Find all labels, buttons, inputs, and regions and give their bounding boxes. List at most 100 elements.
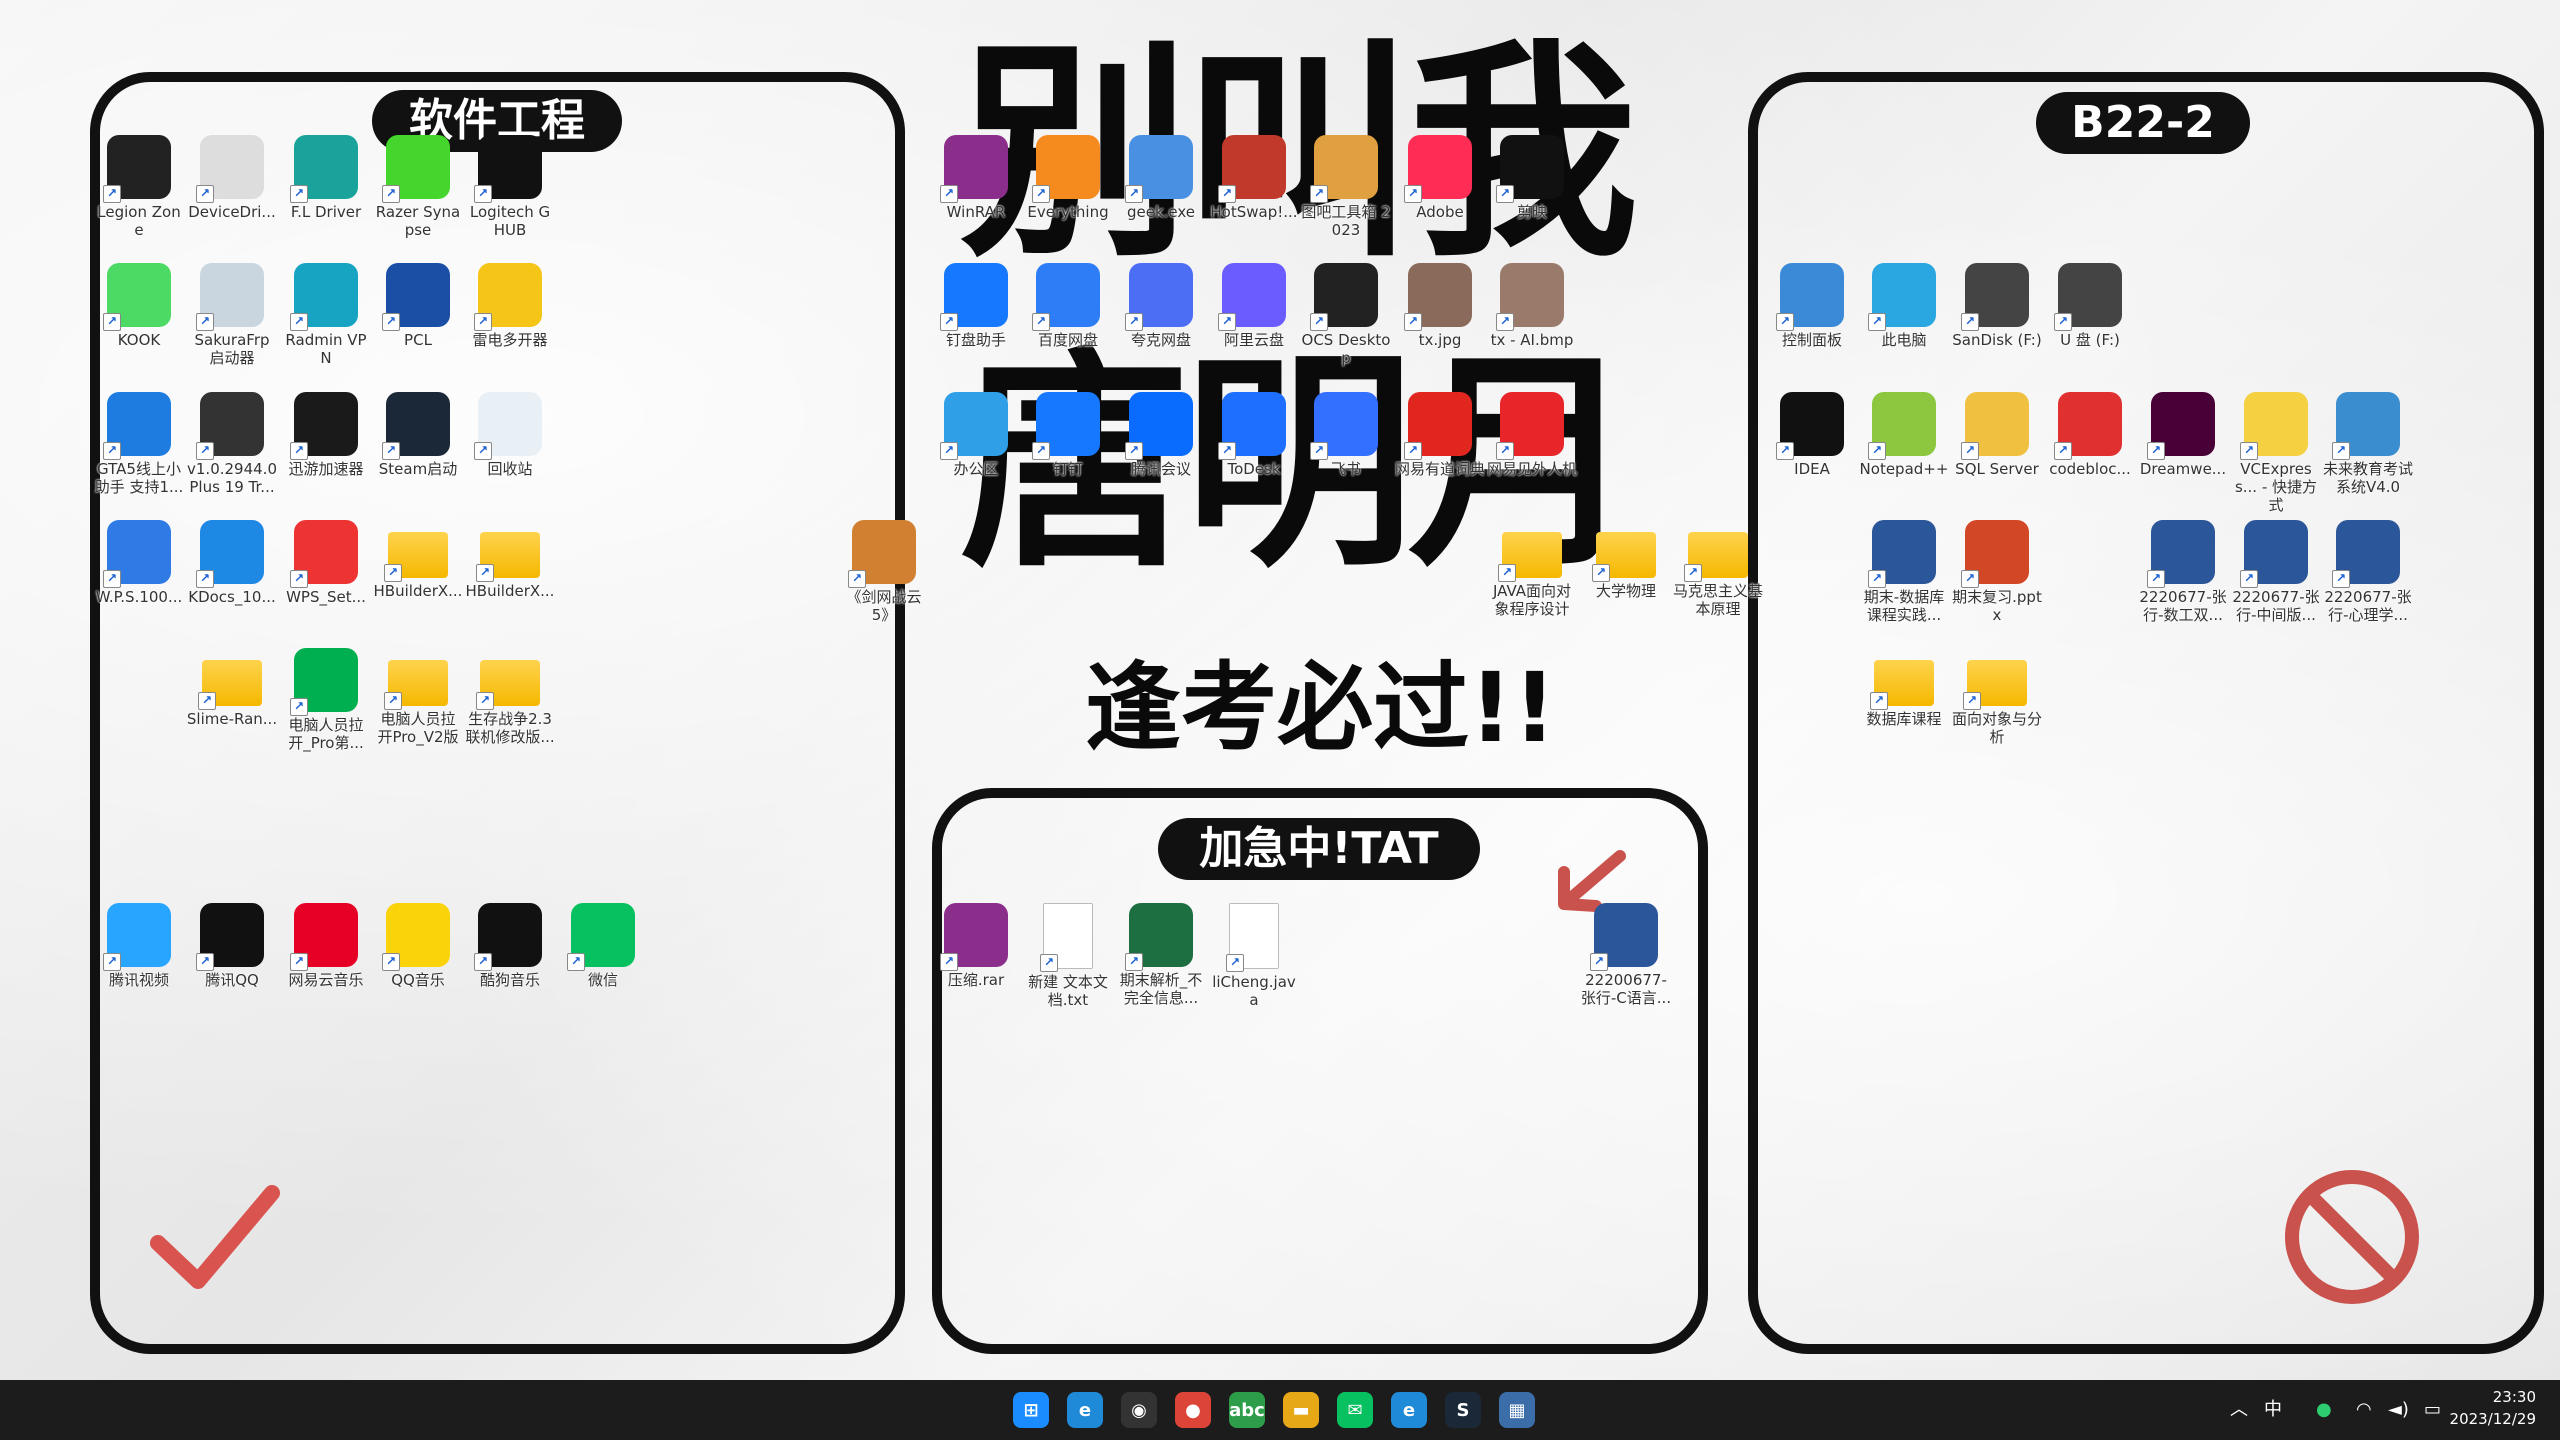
desktop-icon[interactable]: ↗ HBuilderX... xyxy=(464,520,556,650)
desktop-icon-label: tx - AI.bmp xyxy=(1490,331,1574,349)
desktop-icon[interactable]: ↗ Legion Zone xyxy=(93,135,185,265)
desktop-icon[interactable]: ↗ 剪映 xyxy=(1486,135,1578,265)
desktop-icon[interactable]: ↗ 腾讯视频 xyxy=(93,903,185,1033)
obs-icon[interactable]: ◉ xyxy=(1121,1392,1157,1428)
desktop-icon[interactable]: ↗ 腾讯QQ xyxy=(186,903,278,1033)
desktop-icon[interactable]: ↗ tx - AI.bmp xyxy=(1486,263,1578,393)
desktop-icon[interactable]: ↗ 网易云音乐 xyxy=(280,903,372,1033)
desktop-icon[interactable]: ↗ 电脑人员拉 开Pro_V2版 xyxy=(372,648,464,778)
app-icon: ↗ xyxy=(476,532,540,582)
desktop-icon[interactable]: ↗ Slime-Ran... xyxy=(186,648,278,778)
desktop-icon[interactable]: ↗ tx.jpg xyxy=(1394,263,1486,393)
desktop-icon[interactable]: ↗ 钉钉 xyxy=(1022,392,1114,522)
desktop-icon[interactable]: ↗ 新建 文本文档.txt xyxy=(1022,903,1114,1033)
desktop-icon[interactable]: ↗ 电脑人员拉 开_Pro第... xyxy=(280,648,372,778)
desktop-icon[interactable]: ↗ 期末复习.pptx xyxy=(1951,520,2043,650)
windows-start-icon[interactable]: ⊞ xyxy=(1013,1392,1049,1428)
desktop-icon[interactable]: ↗ ToDesk xyxy=(1208,392,1300,522)
file-explorer-icon[interactable]: ▬ xyxy=(1283,1392,1319,1428)
desktop-icon[interactable]: ↗ QQ音乐 xyxy=(372,903,464,1033)
desktop-icon[interactable]: ↗ WPS_Set... xyxy=(280,520,372,650)
desktop-icon[interactable]: ↗ 2220677-张行-数工双... xyxy=(2137,520,2229,650)
desktop-icon[interactable]: ↗ Razer Synapse xyxy=(372,135,464,265)
desktop-icon[interactable]: ↗ Adobe xyxy=(1394,135,1486,265)
wifi-icon[interactable]: ◠ xyxy=(2356,1380,2372,1440)
tray-app-icon[interactable]: ● xyxy=(2316,1380,2332,1440)
desktop-icon[interactable]: ↗ 期末-数据库课程实践... xyxy=(1858,520,1950,650)
desktop-icon[interactable]: ↗ 网易有道词典 xyxy=(1394,392,1486,522)
desktop-icon[interactable]: ↗ 数据库课程 xyxy=(1858,648,1950,778)
app-icon: ↗ xyxy=(382,392,450,460)
desktop-icon[interactable]: ↗ Logitech G HUB xyxy=(464,135,556,265)
desktop-icon[interactable]: ↗ 百度网盘 xyxy=(1022,263,1114,393)
desktop-icon[interactable]: ↗ U 盘 (F:) xyxy=(2044,263,2136,393)
desktop-icon[interactable]: ↗ 期末解析_不完全信息... xyxy=(1115,903,1207,1033)
chrome-icon[interactable]: ● xyxy=(1175,1392,1211,1428)
desktop-icon[interactable]: ↗ 22200677-张行-C语言... xyxy=(1580,903,1672,1033)
desktop-icon[interactable]: ↗ SakuraFrp 启动器 xyxy=(186,263,278,393)
edge-icon[interactable]: e xyxy=(1067,1392,1103,1428)
desktop-icon[interactable]: ↗ Notepad++ xyxy=(1858,392,1950,522)
desktop-icon[interactable]: ↗ IDEA xyxy=(1766,392,1858,522)
desktop-icon[interactable]: ↗ 2220677-张行-心理学... xyxy=(2322,520,2414,650)
desktop-icon[interactable]: ↗ 迅游加速器 xyxy=(280,392,372,522)
desktop-icon[interactable]: ↗ geek.exe xyxy=(1115,135,1207,265)
desktop-icon[interactable]: ↗ GTA5线上小助手 支持1... xyxy=(93,392,185,522)
desktop-icon[interactable]: ↗ 《剑网战云 5》 xyxy=(838,520,930,650)
desktop-icon[interactable]: ↗ Steam启动 xyxy=(372,392,464,522)
wechat-icon[interactable]: ✉ xyxy=(1337,1392,1373,1428)
desktop-icon[interactable]: ↗ DeviceDri... xyxy=(186,135,278,265)
desktop-icon[interactable]: ↗ Everything xyxy=(1022,135,1114,265)
desktop-icon[interactable]: ↗ 控制面板 xyxy=(1766,263,1858,393)
desktop-icon[interactable]: ↗ 压缩.rar xyxy=(930,903,1022,1033)
clock[interactable]: 23:30 2023/12/29 xyxy=(2450,1386,2536,1430)
monitor-icon[interactable]: ▦ xyxy=(1499,1392,1535,1428)
desktop-icon[interactable]: ↗ 图吧工具箱 2023 xyxy=(1300,135,1392,265)
desktop-icon[interactable]: ↗ 微信 xyxy=(557,903,649,1033)
desktop-icon[interactable]: ↗ 生存战争2.3 联机修改版... xyxy=(464,648,556,778)
battery-icon[interactable]: ▭ xyxy=(2424,1380,2441,1440)
desktop-icon[interactable]: ↗ KOOK xyxy=(93,263,185,393)
desktop-icon[interactable]: ↗ 钉盘助手 xyxy=(930,263,1022,393)
desktop-icon[interactable]: ↗ v1.0.2944.0 Plus 19 Tr... xyxy=(186,392,278,522)
desktop-icon[interactable]: ↗ 大学物理 xyxy=(1580,520,1672,650)
desktop-icon[interactable]: ↗ F.L Driver xyxy=(280,135,372,265)
desktop-icon[interactable]: ↗ JAVA面向对象程序设计 xyxy=(1486,520,1578,650)
desktop-icon[interactable]: ↗ 未来教育考试系统V4.0 xyxy=(2322,392,2414,522)
steam-icon[interactable]: S xyxy=(1445,1392,1481,1428)
desktop-icon[interactable]: ↗ 飞书 xyxy=(1300,392,1392,522)
shortcut-arrow-icon: ↗ xyxy=(1125,185,1143,203)
desktop-icon[interactable]: ↗ Dreamwe... xyxy=(2137,392,2229,522)
volume-icon[interactable]: ◄) xyxy=(2388,1380,2409,1440)
desktop-icon[interactable]: ↗ KDocs_10... xyxy=(186,520,278,650)
desktop-icon[interactable]: ↗ codebloc... xyxy=(2044,392,2136,522)
desktop-icon[interactable]: ↗ 阿里云盘 xyxy=(1208,263,1300,393)
desktop-icon[interactable]: ↗ 2220677-张行-中间版... xyxy=(2230,520,2322,650)
desktop-icon[interactable]: ↗ 网易见外人机 xyxy=(1486,392,1578,522)
desktop-icon[interactable]: ↗ HotSwap!... xyxy=(1208,135,1300,265)
desktop-icon-label: WPS_Set... xyxy=(286,588,366,606)
desktop-icon[interactable]: ↗ WinRAR xyxy=(930,135,1022,265)
desktop-icon[interactable]: ↗ 酷狗音乐 xyxy=(464,903,556,1033)
desktop-icon[interactable]: ↗ 马克思主义基本原理 xyxy=(1672,520,1764,650)
desktop-icon[interactable]: ↗ SanDisk (F:) xyxy=(1951,263,2043,393)
desktop-icon[interactable]: ↗ PCL xyxy=(372,263,464,393)
ime-indicator[interactable]: 中 xyxy=(2264,1380,2282,1440)
desktop-icon[interactable]: ↗ 腾讯会议 xyxy=(1115,392,1207,522)
desktop-icon[interactable]: ↗ OCS Desktop xyxy=(1300,263,1392,393)
desktop-icon[interactable]: ↗ 夸克网盘 xyxy=(1115,263,1207,393)
desktop-icon[interactable]: ↗ 雷电多开器 xyxy=(464,263,556,393)
desktop-icon[interactable]: ↗ HBuilderX... xyxy=(372,520,464,650)
abc-icon[interactable]: abc xyxy=(1229,1392,1265,1428)
edge2-icon[interactable]: e xyxy=(1391,1392,1427,1428)
desktop-icon[interactable]: ↗ 回收站 xyxy=(464,392,556,522)
desktop-icon[interactable]: ↗ Radmin VPN xyxy=(280,263,372,393)
desktop-icon[interactable]: ↗ liCheng.java xyxy=(1208,903,1300,1033)
desktop-icon[interactable]: ↗ VCExpress... - 快捷方式 xyxy=(2230,392,2322,522)
desktop-icon[interactable]: ↗ SQL Server xyxy=(1951,392,2043,522)
tray-chevron-icon[interactable]: ︿ xyxy=(2230,1380,2248,1440)
desktop-icon[interactable]: ↗ 办公区 xyxy=(930,392,1022,522)
desktop-icon[interactable]: ↗ 面向对象与分析 xyxy=(1951,648,2043,778)
desktop-icon[interactable]: ↗ 此电脑 xyxy=(1858,263,1950,393)
desktop-icon[interactable]: ↗ W.P.S.100... xyxy=(93,520,185,650)
